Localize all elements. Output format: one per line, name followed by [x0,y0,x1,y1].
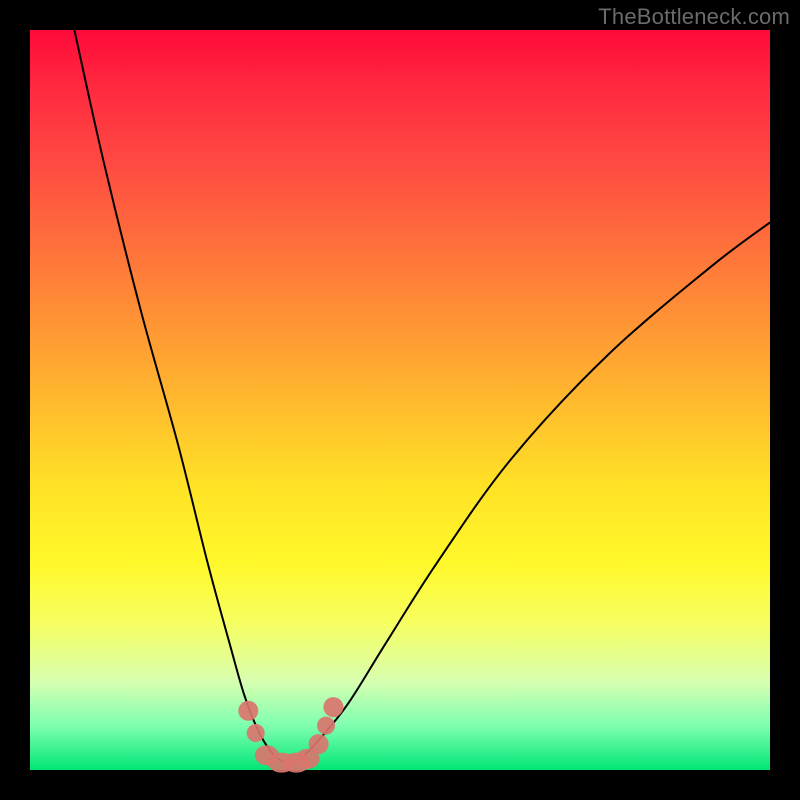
chart-frame: TheBottleneck.com [0,0,800,800]
marker-blob [247,724,265,742]
marker-blob [323,697,343,717]
bottleneck-curve-path [74,30,770,763]
marker-blob [238,701,258,721]
curve-layer [30,30,770,770]
watermark-text: TheBottleneck.com [598,4,790,30]
bottleneck-curve [74,30,770,763]
marker-cluster [238,697,343,773]
marker-blob [309,734,329,754]
plot-area [30,30,770,770]
marker-blob [317,717,335,735]
